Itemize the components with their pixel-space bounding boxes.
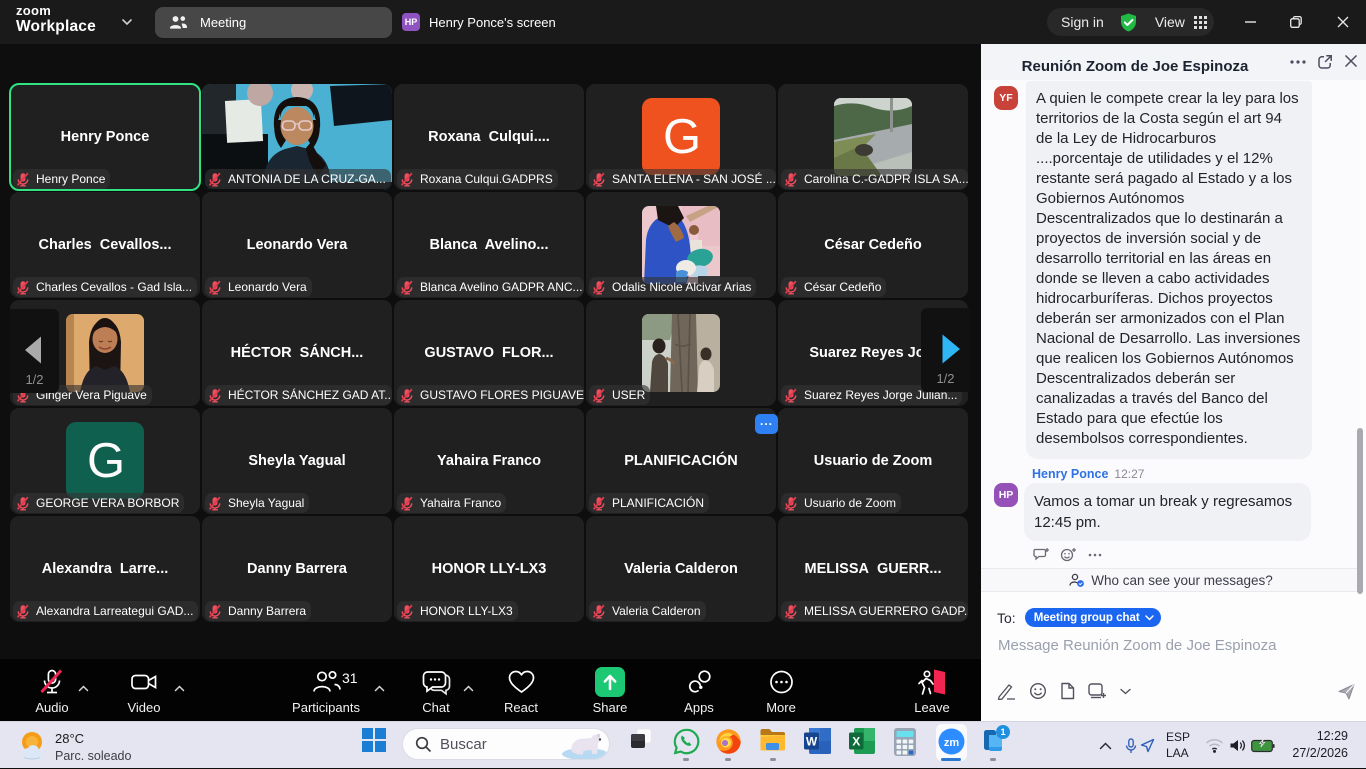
svg-text:W: W [806,735,818,749]
svg-text:zm: zm [944,737,960,749]
svg-text:X: X [852,735,860,749]
